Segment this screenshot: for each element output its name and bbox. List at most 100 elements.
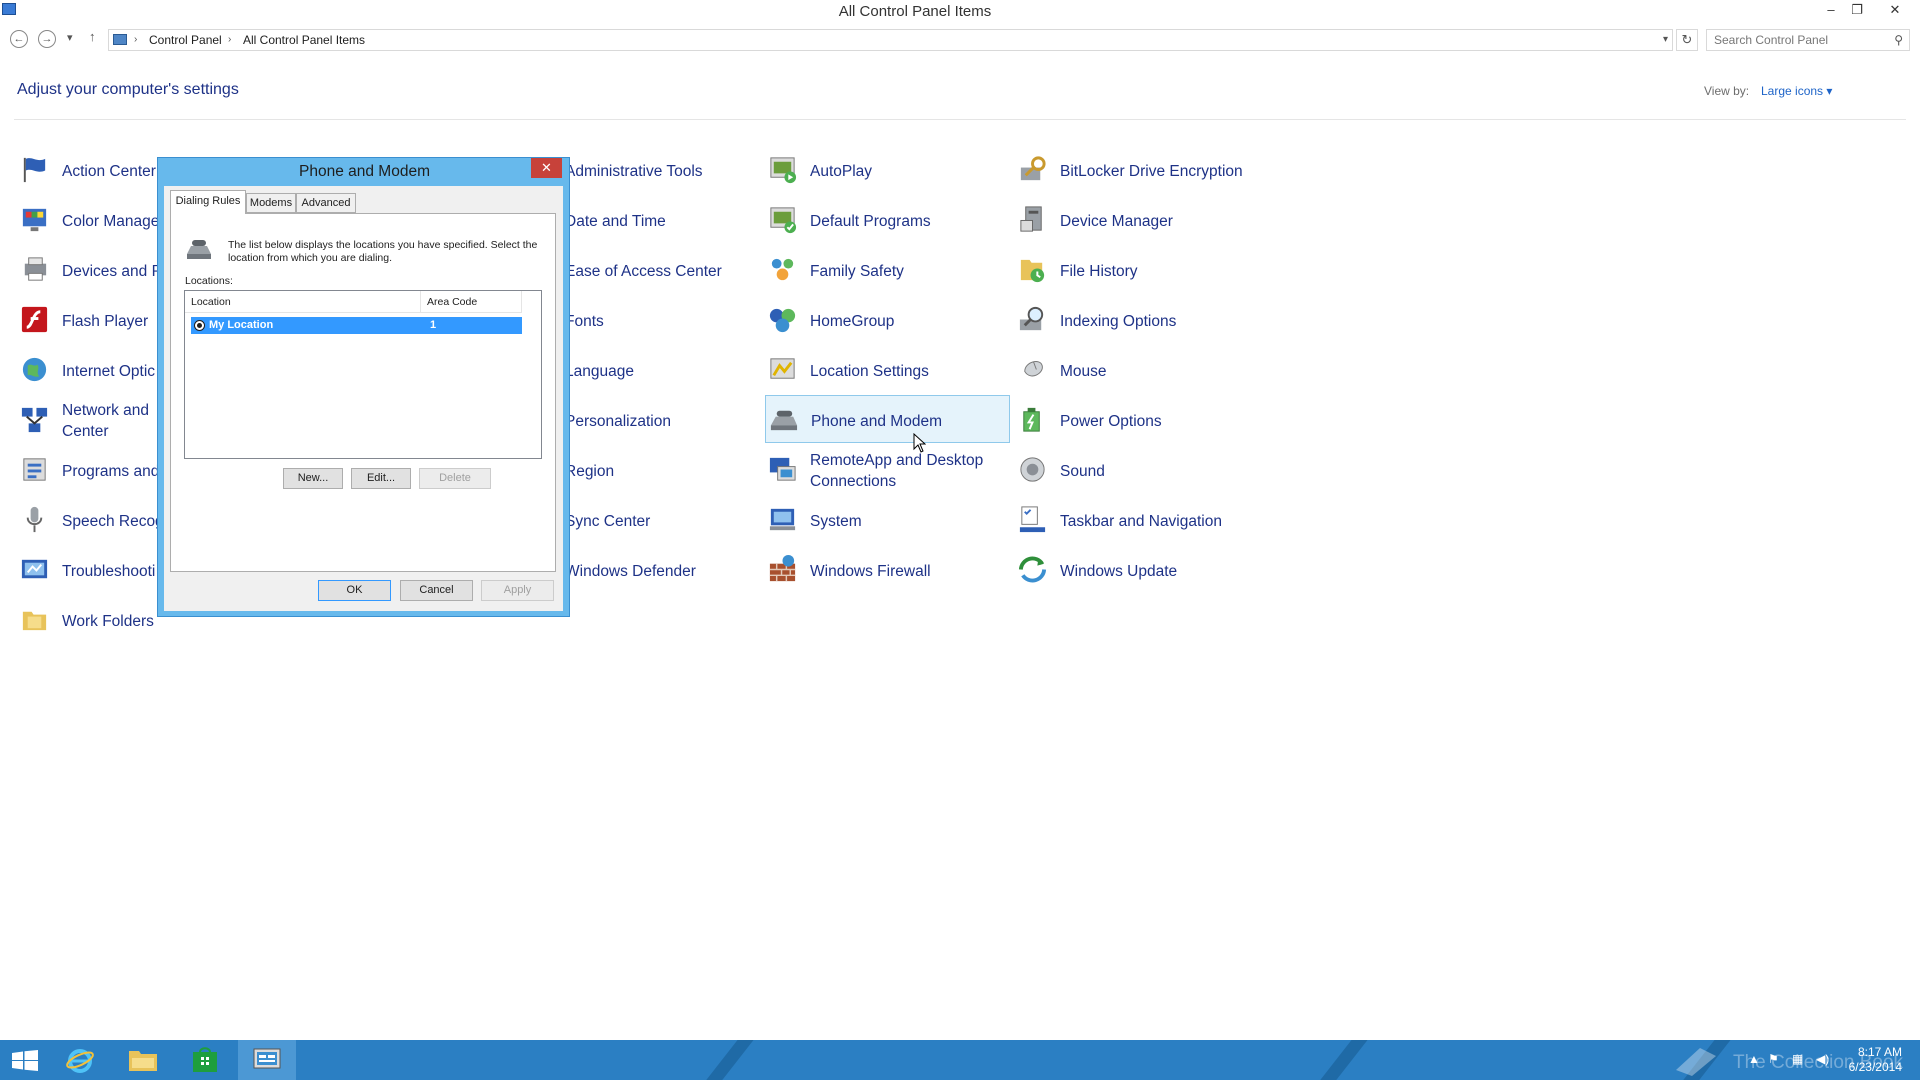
item-label: RemoteApp and Desktop Connections xyxy=(810,452,984,490)
address-dropdown-icon[interactable]: ▾ xyxy=(1663,30,1668,50)
control-panel-icon xyxy=(113,34,127,45)
item-remoteapp[interactable]: RemoteApp and Desktop Connections xyxy=(765,446,1010,494)
restore-button[interactable]: ❐ xyxy=(1843,0,1871,20)
taskbar-icon xyxy=(1019,506,1046,533)
search-icon[interactable]: ⚲ xyxy=(1894,30,1903,50)
item-label: Region xyxy=(565,463,615,480)
edit-button[interactable]: Edit... xyxy=(351,468,411,489)
item-label: Color Manage xyxy=(62,213,160,230)
column-header-area-code[interactable]: Area Code xyxy=(421,291,522,313)
default-programs-icon xyxy=(770,207,797,234)
locations-list[interactable]: Location Area Code My Location 1 xyxy=(184,290,542,459)
item-family-safety[interactable]: Family Safety xyxy=(765,246,1010,294)
item-bitlocker[interactable]: BitLocker Drive Encryption xyxy=(1015,146,1260,194)
family-safety-icon xyxy=(771,258,794,281)
folder-icon xyxy=(129,1051,157,1071)
item-location-settings[interactable]: Location Settings xyxy=(765,346,1010,394)
item-label: BitLocker Drive Encryption xyxy=(1060,163,1243,180)
breadcrumb-separator[interactable]: › xyxy=(228,30,231,50)
dialing-rules-description: The list below displays the locations yo… xyxy=(228,239,538,264)
control-panel-taskbar-button[interactable] xyxy=(238,1040,296,1080)
item-indexing-options[interactable]: Indexing Options xyxy=(1015,296,1260,344)
volume-icon[interactable]: ◀) xyxy=(1816,1052,1829,1066)
item-label: Device Manager xyxy=(1060,213,1173,230)
breadcrumb-separator[interactable]: › xyxy=(134,30,137,50)
delete-button[interactable]: Delete xyxy=(419,468,491,489)
item-label: Windows Defender xyxy=(565,563,696,580)
item-label: Work Folders xyxy=(62,613,154,630)
breadcrumb-control-panel[interactable]: Control Panel xyxy=(149,30,222,50)
item-taskbar-and-navigation[interactable]: Taskbar and Navigation xyxy=(1015,496,1260,544)
windows-logo-icon xyxy=(12,1050,38,1071)
item-label: Windows Update xyxy=(1060,563,1178,580)
item-homegroup[interactable]: HomeGroup xyxy=(765,296,1010,344)
troubleshooting-icon xyxy=(21,559,48,579)
recent-locations-button[interactable]: ▾ xyxy=(67,31,73,44)
cancel-button[interactable]: Cancel xyxy=(400,580,473,601)
item-sound[interactable]: Sound xyxy=(1015,446,1260,494)
new-button[interactable]: New... xyxy=(283,468,343,489)
apply-button[interactable]: Apply xyxy=(481,580,554,601)
tab-dialing-rules[interactable]: Dialing Rules xyxy=(170,190,246,214)
item-label: Sound xyxy=(1060,463,1105,480)
power-options-icon xyxy=(1023,407,1040,432)
refresh-button[interactable]: ↻ xyxy=(1676,29,1698,51)
device-manager-icon xyxy=(1020,206,1042,232)
store-button[interactable] xyxy=(176,1040,234,1080)
close-button[interactable]: ✕ xyxy=(1881,0,1909,20)
item-label: Personalization xyxy=(565,413,671,430)
item-phone-and-modem[interactable]: Phone and Modem xyxy=(765,395,1010,443)
action-center-flag-icon[interactable]: ⚑ xyxy=(1768,1052,1779,1066)
location-row[interactable]: My Location 1 xyxy=(191,317,522,334)
up-button[interactable]: ↑ xyxy=(89,29,96,44)
clock-time: 8:17 AM xyxy=(1857,1045,1902,1059)
address-row: ← → ▾ ↑ › Control Panel › All Control Pa… xyxy=(0,28,1920,54)
item-power-options[interactable]: Power Options xyxy=(1015,396,1260,444)
clock[interactable]: 8:17 AM 6/23/2014 xyxy=(1849,1045,1902,1075)
network-icon[interactable]: ▦ xyxy=(1792,1052,1803,1066)
item-label: Windows Firewall xyxy=(810,563,931,580)
taskbar: The Collection Book ▲ ⚑ ▦ ◀) 8:17 AM 6/2… xyxy=(0,1040,1920,1080)
ok-button[interactable]: OK xyxy=(318,580,391,601)
dialog-body: Dialing Rules Modems Advanced The list b… xyxy=(164,186,563,611)
internet-explorer-button[interactable] xyxy=(52,1040,110,1080)
address-bar[interactable]: › Control Panel › All Control Panel Item… xyxy=(108,29,1673,51)
tab-advanced[interactable]: Advanced xyxy=(296,193,356,213)
search-input[interactable]: Search Control Panel ⚲ xyxy=(1706,29,1910,51)
phone-and-modem-dialog: Phone and Modem ✕ Dialing Rules Modems A… xyxy=(157,157,570,617)
item-device-manager[interactable]: Device Manager xyxy=(1015,196,1260,244)
file-explorer-button[interactable] xyxy=(114,1040,172,1080)
firewall-icon xyxy=(769,554,796,582)
item-autoplay[interactable]: AutoPlay xyxy=(765,146,1010,194)
item-label: Family Safety xyxy=(810,263,904,280)
item-file-history[interactable]: File History xyxy=(1015,246,1260,294)
item-label: Mouse xyxy=(1060,363,1107,380)
breadcrumb-all-items[interactable]: All Control Panel Items xyxy=(243,30,365,50)
item-system[interactable]: System xyxy=(765,496,1010,544)
item-label: Speech Recog xyxy=(62,513,164,530)
item-label: System xyxy=(810,513,862,530)
dialog-title: Phone and Modem xyxy=(299,163,430,180)
show-hidden-icons-icon[interactable]: ▲ xyxy=(1748,1052,1760,1066)
page-title: Adjust your computer's settings xyxy=(17,81,239,98)
item-label: Fonts xyxy=(565,313,604,330)
item-windows-firewall[interactable]: Windows Firewall xyxy=(765,546,1010,594)
item-mouse[interactable]: Mouse xyxy=(1015,346,1260,394)
item-default-programs[interactable]: Default Programs xyxy=(765,196,1010,244)
tab-modems[interactable]: Modems xyxy=(246,193,296,213)
location-radio[interactable] xyxy=(194,320,205,331)
minimize-button[interactable]: – xyxy=(1817,0,1845,20)
item-label: Administrative Tools xyxy=(565,163,703,180)
view-by-dropdown[interactable]: Large icons ▾ xyxy=(1761,84,1832,98)
back-button[interactable]: ← xyxy=(10,30,28,48)
system-icon xyxy=(769,508,796,531)
network-icon xyxy=(21,407,48,433)
item-windows-update[interactable]: Windows Update xyxy=(1015,546,1260,594)
remoteapp-icon xyxy=(769,457,796,481)
dialog-close-button[interactable]: ✕ xyxy=(531,158,562,178)
forward-button[interactable]: → xyxy=(38,30,56,48)
start-button[interactable] xyxy=(0,1040,58,1080)
item-label: Devices and P xyxy=(62,263,162,280)
item-label: Troubleshooti xyxy=(62,563,156,580)
column-header-location[interactable]: Location xyxy=(185,291,421,313)
